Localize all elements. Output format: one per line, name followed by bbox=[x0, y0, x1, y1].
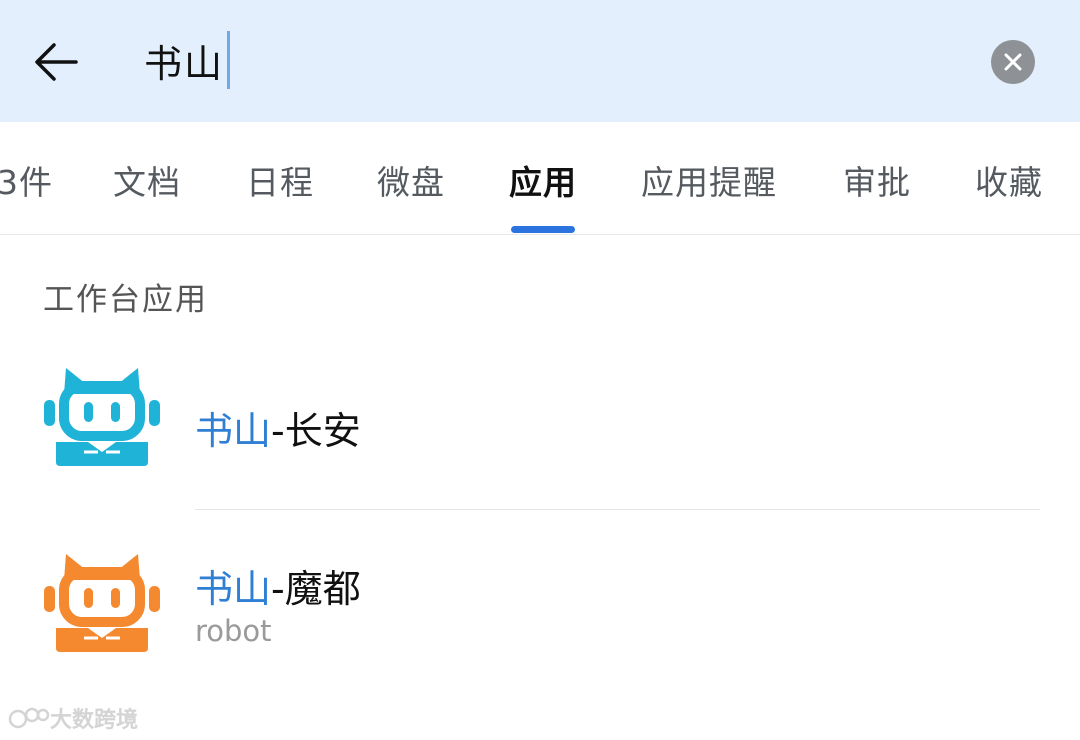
robot-icon bbox=[44, 368, 160, 466]
result-title: 书山-长安 bbox=[195, 400, 361, 455]
search-input[interactable]: 书山 bbox=[144, 28, 964, 92]
result-title-suffix: -长安 bbox=[271, 409, 361, 453]
tab-drive[interactable]: 微盘 bbox=[377, 156, 445, 204]
result-subtitle: robot bbox=[195, 614, 272, 648]
robot-icon bbox=[44, 554, 160, 652]
list-item[interactable]: 书山-长安 bbox=[0, 350, 1080, 500]
clear-search-button[interactable] bbox=[991, 40, 1035, 84]
tab-schedule[interactable]: 日程 bbox=[246, 156, 314, 204]
section-title: 工作台应用 bbox=[43, 282, 208, 318]
list-item[interactable]: 书山-魔都 robot bbox=[0, 512, 1080, 672]
tab-approval[interactable]: 审批 bbox=[843, 156, 911, 204]
active-tab-indicator bbox=[511, 226, 575, 233]
watermark-text: 大数跨境 bbox=[50, 708, 139, 733]
result-title-highlight: 书山 bbox=[195, 567, 272, 611]
back-button[interactable] bbox=[24, 32, 88, 92]
search-category-tabs: 3件 文档 日程 微盘 应用 应用提醒 审批 收藏 bbox=[0, 122, 1080, 235]
result-title-highlight: 书山 bbox=[195, 409, 272, 453]
tab-favorites[interactable]: 收藏 bbox=[975, 156, 1043, 204]
tab-documents[interactable]: 文档 bbox=[113, 156, 181, 204]
close-icon bbox=[1004, 53, 1022, 71]
divider bbox=[195, 509, 1040, 510]
tab-apps[interactable]: 应用 bbox=[509, 156, 577, 204]
arrow-left-icon bbox=[35, 43, 78, 81]
text-caret bbox=[227, 31, 231, 89]
result-title: 书山-魔都 bbox=[195, 558, 361, 613]
result-title-suffix: -魔都 bbox=[271, 567, 361, 611]
search-query[interactable]: 书山 bbox=[144, 33, 224, 88]
watermark-logo-icon bbox=[8, 707, 50, 729]
tab-mail[interactable]: 3件 bbox=[0, 156, 53, 204]
watermark: 大数跨境 bbox=[8, 702, 138, 734]
search-header: 书山 bbox=[0, 0, 1080, 122]
tab-app-reminders[interactable]: 应用提醒 bbox=[641, 156, 777, 204]
